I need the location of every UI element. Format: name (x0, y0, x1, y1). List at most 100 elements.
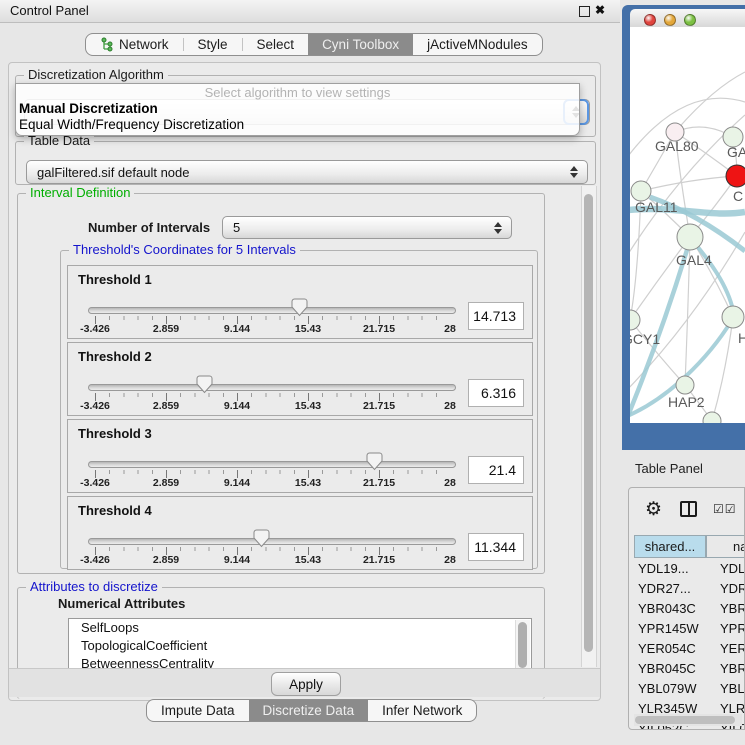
slider-scale-labels: -3.426 2.859 9.144 15.43 21.715 28 (95, 400, 450, 414)
list-item[interactable]: TopologicalCoefficient (69, 637, 531, 655)
cell-name: YPR1 (716, 621, 745, 636)
threshold-panel: Threshold 1 -3.426 2.859 9.144 15.43 21.… (67, 265, 533, 339)
slider-track[interactable] (88, 384, 456, 391)
network-node-gcy1[interactable] (630, 310, 640, 330)
column-header-name[interactable]: na (706, 535, 745, 558)
spinner-up-icon (570, 166, 578, 171)
slider-scale-labels: -3.426 2.859 9.144 15.43 21.715 28 (95, 477, 450, 491)
close-traffic-light[interactable] (644, 14, 656, 26)
numerical-attributes-label: Numerical Attributes (58, 596, 185, 611)
tab-network[interactable]: Network (86, 34, 183, 55)
table-row[interactable]: YPR145WYPR1 (634, 618, 745, 638)
spinner-down-icon (494, 229, 502, 234)
split-view-icon[interactable] (680, 501, 697, 517)
table-row[interactable]: YBL079WYBL0 (634, 678, 745, 698)
control-panel-titlebar: Control Panel ✖ (0, 0, 620, 23)
table-data-combobox[interactable]: galFiltered.sif default node (26, 160, 588, 184)
cell-shared-name: YER054C (634, 641, 716, 656)
tab-label: Discretize Data (263, 703, 355, 718)
network-canvas[interactable]: GAL80GACGAL11GAL4GCY1HHAP2 (630, 27, 745, 423)
network-node-hap2[interactable] (676, 376, 694, 394)
network-window-titlebar[interactable] (630, 9, 745, 27)
group-title: Attributes to discretize (26, 579, 162, 594)
list-scrollbar[interactable] (515, 620, 530, 670)
slider-handle[interactable] (366, 452, 383, 471)
table-row[interactable]: YBR045CYBR0 (634, 658, 745, 678)
threshold-value-field[interactable]: 11.344 (468, 533, 524, 561)
cyni-toolbox-panel: Discretization Algorithm Table Data galF… (8, 62, 601, 701)
page-title: Control Panel (10, 3, 89, 18)
cell-name: YER0 (716, 641, 745, 656)
tab-cyni-toolbox[interactable]: Cyni Toolbox (308, 34, 413, 55)
tab-style[interactable]: Style (184, 34, 242, 55)
network-window: GAL80GACGAL11GAL4GCY1HHAP2 (622, 5, 745, 450)
threshold-label: Threshold 3 (78, 426, 152, 441)
threshold-label: Threshold 1 (78, 272, 152, 287)
numerical-attributes-list[interactable]: SelfLoopsTopologicalCoefficientBetweenne… (68, 618, 532, 672)
threshold-value-field[interactable]: 14.713 (468, 302, 524, 330)
threshold-value-field[interactable]: 21.4 (468, 456, 524, 484)
slider-handle[interactable] (253, 529, 270, 548)
table-row[interactable]: YDL19...YDL1 (634, 558, 745, 578)
column-header-shared[interactable]: shared... (634, 535, 706, 558)
network-node[interactable] (703, 412, 721, 423)
network-node-gal11[interactable] (631, 181, 651, 201)
minimize-traffic-light[interactable] (664, 14, 676, 26)
network-node-gal4[interactable] (677, 224, 703, 250)
network-node-c[interactable] (726, 165, 745, 187)
cell-name: YBR0 (716, 661, 745, 676)
slider-handle[interactable] (196, 375, 213, 394)
network-node-label: GAL4 (676, 252, 712, 268)
table-row[interactable]: YDR27...YDR2 (634, 578, 745, 598)
threshold-panel: Threshold 3 -3.426 2.859 9.144 15.43 21.… (67, 419, 533, 493)
cell-name: YBR0 (716, 601, 745, 616)
bottom-tab-bar: Impute Data Discretize Data Infer Network (146, 699, 477, 722)
scrollbar-thumb[interactable] (584, 194, 593, 652)
tab-jactivemnodules[interactable]: jActiveMNodules (413, 34, 542, 55)
dropdown-option[interactable]: Equal Width/Frequency Discretization (16, 117, 579, 133)
list-item[interactable]: SelfLoops (69, 619, 531, 637)
tab-impute-data[interactable]: Impute Data (147, 700, 249, 721)
apply-button[interactable]: Apply (271, 672, 341, 696)
scrollbar-thumb[interactable] (635, 716, 735, 724)
slider-track[interactable] (88, 538, 456, 545)
network-node-label: GAL11 (635, 199, 678, 215)
network-node-label: GCY1 (630, 331, 660, 347)
network-node-label: C (733, 188, 743, 204)
table-hscrollbar[interactable] (634, 714, 742, 726)
cell-shared-name: YDL19... (634, 561, 716, 576)
thresholds-group: Threshold's Coordinates for 5 Intervals … (60, 250, 538, 569)
tab-infer-network[interactable]: Infer Network (368, 700, 476, 721)
checkbox-icons[interactable]: ☑☑ (713, 502, 737, 516)
slider-track[interactable] (88, 307, 456, 314)
spinner-down-icon (570, 173, 578, 178)
algorithm-dropdown-popup: Select algorithm to view settings Manual… (15, 83, 580, 136)
undock-icon[interactable] (579, 6, 590, 17)
threshold-panel: Threshold 2 -3.426 2.859 9.144 15.43 21.… (67, 342, 533, 416)
threshold-panel: Threshold 4 -3.426 2.859 9.144 15.43 21.… (67, 496, 533, 570)
cell-name: YBL0 (716, 681, 745, 696)
num-intervals-combobox[interactable]: 5 (222, 216, 512, 239)
gear-icon[interactable]: ⚙ (645, 498, 662, 521)
cell-name: YDL1 (716, 561, 745, 576)
settings-scrollbar[interactable] (581, 186, 597, 667)
tab-select[interactable]: Select (243, 34, 309, 55)
tab-discretize-data[interactable]: Discretize Data (249, 700, 369, 721)
table-row[interactable]: YER054CYER0 (634, 638, 745, 658)
slider-handle[interactable] (291, 298, 308, 317)
group-title: Discretization Algorithm (24, 67, 168, 82)
tab-label: Network (119, 37, 169, 52)
cell-shared-name: YBR045C (634, 661, 716, 676)
zoom-traffic-light[interactable] (684, 14, 696, 26)
combo-spinner (565, 166, 583, 178)
dropdown-option[interactable]: Manual Discretization (16, 101, 579, 117)
slider-track[interactable] (88, 461, 456, 468)
threshold-label: Threshold 2 (78, 349, 152, 364)
threshold-value-field[interactable]: 6.316 (468, 379, 524, 407)
table-row[interactable]: YBR043CYBR0 (634, 598, 745, 618)
dropdown-hint: Select algorithm to view settings (16, 84, 579, 101)
network-node-h[interactable] (722, 306, 744, 328)
table-toolbar: ⚙ ☑☑ (629, 494, 744, 524)
close-icon[interactable]: ✖ (595, 3, 605, 17)
scrollbar-thumb[interactable] (518, 622, 527, 668)
